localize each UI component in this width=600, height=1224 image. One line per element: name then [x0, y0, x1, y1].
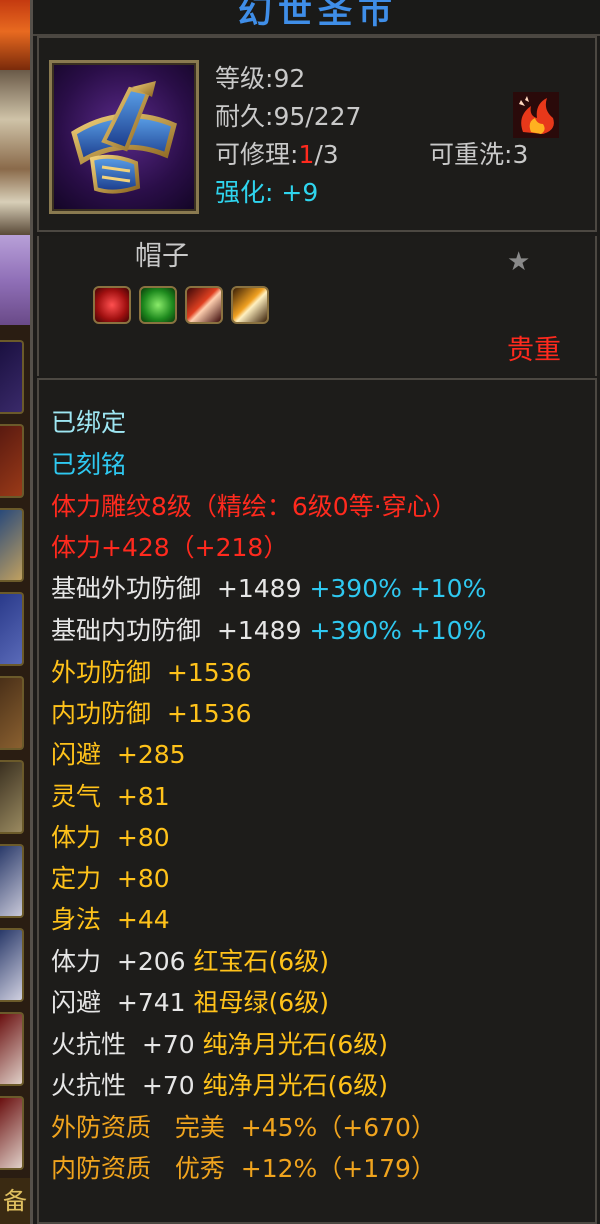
moonstone-socket-icon: [231, 286, 269, 324]
stat-line: 定力 +80: [51, 864, 170, 893]
stat-line: 体力 +80: [51, 823, 170, 852]
base-ext-def-line: 基础外功防御 +1489 +390% +10%: [51, 574, 487, 603]
item-quality: 贵重: [507, 335, 561, 366]
quality-line: 外防资质 完美 +45%（+670）: [51, 1113, 436, 1142]
inventory-slot[interactable]: [0, 340, 24, 414]
stat-line: 内功防御 +1536: [51, 699, 252, 728]
item-repair-count: 可修理:1/3: [215, 140, 339, 169]
inventory-slot[interactable]: [0, 1096, 24, 1170]
background-character: [0, 235, 30, 325]
item-durability: 耐久:95/227: [215, 102, 362, 131]
inventory-slot[interactable]: [0, 928, 24, 1002]
engraved-status: 已刻铭: [51, 450, 127, 479]
stat-line: 外功防御 +1536: [51, 658, 252, 687]
gem-stat-line: 闪避 +741 祖母绿(6级): [51, 988, 329, 1017]
item-name: 帽子: [135, 241, 189, 272]
item-level: 等级:92: [215, 64, 306, 93]
tooltip-title-bar: 幻世圣市: [33, 0, 600, 36]
stat-line: 身法 +44: [51, 905, 170, 934]
gem-stat-line: 火抗性 +70 纯净月光石(6级): [51, 1071, 389, 1100]
red-crystal-socket-icon: [185, 286, 223, 324]
stat-line: 灵气 +81: [51, 782, 170, 811]
background-scene: [0, 70, 30, 235]
gem-stat-line: 火抗性 +70 纯净月光石(6级): [51, 1030, 389, 1059]
inventory-slot[interactable]: [0, 508, 24, 582]
inventory-slot[interactable]: [0, 676, 24, 750]
bound-status: 已绑定: [51, 408, 127, 437]
inventory-slot[interactable]: [0, 844, 24, 918]
inventory-slot[interactable]: [0, 1012, 24, 1086]
tooltip-title: 幻世圣市: [238, 0, 398, 32]
stamina-carving-line: 体力+428（+218）: [51, 533, 289, 562]
carving-line: 体力雕纹8级（精绘：6级0等·穿心）: [51, 492, 457, 521]
red-gem-socket-icon: [93, 286, 131, 324]
item-enhance-level: 强化: +9: [215, 178, 319, 207]
inventory-slot[interactable]: [0, 424, 24, 498]
flame-skill-icon: [513, 92, 559, 138]
equip-tab-label[interactable]: 备: [0, 1178, 30, 1224]
quality-line: 内防资质 优秀 +12%（+179）: [51, 1154, 436, 1183]
hat-icon: [49, 60, 199, 214]
star-icon: ★: [507, 247, 531, 277]
item-rewash-count: 可重洗:3: [429, 140, 529, 169]
base-int-def-line: 基础内功防御 +1489 +390% +10%: [51, 616, 487, 645]
item-header-panel: 等级:92 耐久:95/227 可修理:1/3 可重洗:3 强化: +9: [37, 36, 597, 232]
inventory-slot[interactable]: [0, 760, 24, 834]
background-scene-top: [0, 0, 30, 70]
green-gem-socket-icon: [139, 286, 177, 324]
gem-stat-line: 体力 +206 红宝石(6级): [51, 947, 329, 976]
stat-line: 闪避 +285: [51, 740, 186, 769]
item-tooltip: 幻世圣市 等级:92 耐久:95/227 可修理:1/3 可重洗:3 强化: +…: [30, 0, 600, 1224]
inventory-slot[interactable]: [0, 592, 24, 666]
background-game-strip: 备: [0, 0, 30, 1224]
